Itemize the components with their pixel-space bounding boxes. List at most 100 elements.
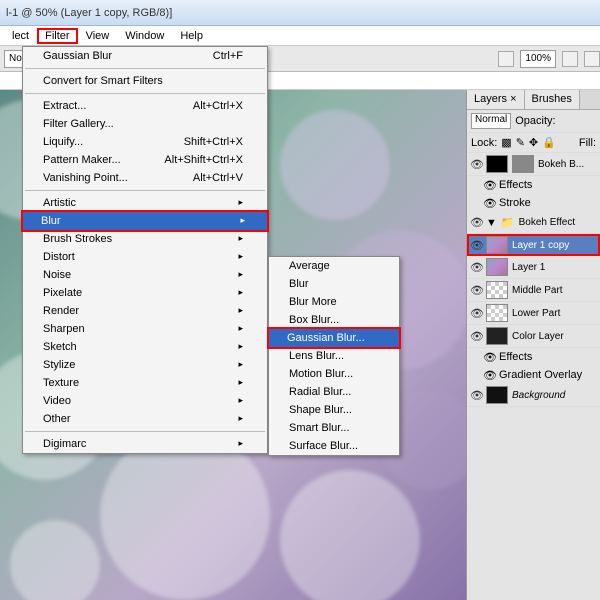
lock-transparency-icon[interactable]: ▩ [501,136,511,149]
layer-row[interactable]: 👁 Lower Part [467,302,600,325]
layer-effects[interactable]: 👁Effects [467,348,600,366]
opacity-label: Opacity: [515,115,555,127]
layer-blend-combo[interactable]: Normal [471,113,511,129]
visibility-icon[interactable]: 👁 [483,351,495,364]
menu-item-digimarc[interactable]: Digimarc [23,435,267,453]
layer-name[interactable]: Layer 1 copy [512,240,597,251]
layer-thumbnail[interactable] [486,304,508,322]
menu-item-render[interactable]: Render [23,302,267,320]
menu-item-liquify[interactable]: Liquify...Shift+Ctrl+X [23,133,267,151]
menu-item-sketch[interactable]: Sketch [23,338,267,356]
tool-icon[interactable] [498,51,514,67]
menu-item-pattern-maker[interactable]: Pattern Maker...Alt+Shift+Ctrl+X [23,151,267,169]
zoom-combo[interactable]: 100% [520,50,556,68]
menu-separator [25,190,265,191]
layer-thumbnail[interactable] [486,386,508,404]
visibility-icon[interactable]: 👁 [470,284,482,297]
layer-name[interactable]: Middle Part [512,285,597,296]
layer-name[interactable]: Lower Part [512,308,597,319]
menu-item-last-filter[interactable]: Gaussian Blur Ctrl+F [23,47,267,65]
visibility-icon[interactable]: 👁 [483,369,495,382]
layer-thumbnail[interactable] [486,236,508,254]
lock-all-icon[interactable]: 🔒 [542,136,556,149]
layer-name[interactable]: Bokeh Effect [519,217,597,228]
layer-thumbnail[interactable] [486,281,508,299]
layer-name[interactable]: Color Layer [512,331,597,342]
visibility-icon[interactable]: 👁 [470,307,482,320]
layer-thumbnail[interactable] [486,258,508,276]
layer-background[interactable]: 👁 Background [467,384,600,407]
visibility-icon[interactable]: 👁 [483,179,495,192]
blend-row: Normal Opacity: [467,110,600,133]
layer-row-selected[interactable]: 👁 Layer 1 copy [467,234,600,256]
menu-item-filter-gallery[interactable]: Filter Gallery... [23,115,267,133]
layer-effect-stroke[interactable]: 👁Stroke [467,194,600,212]
lock-paint-icon[interactable]: ✎ [516,136,525,149]
menu-item-convert-smart[interactable]: Convert for Smart Filters [23,72,267,90]
menu-select[interactable]: lect [4,28,37,44]
visibility-icon[interactable]: 👁 [470,158,482,171]
menu-item-motion-blur[interactable]: Motion Blur... [269,365,399,383]
menu-item-label: Gaussian Blur [43,50,112,62]
layer-row[interactable]: 👁 Color Layer [467,325,600,348]
menu-item-distort[interactable]: Distort [23,248,267,266]
menu-item-smart-blur[interactable]: Smart Blur... [269,419,399,437]
layer-thumbnail[interactable] [486,155,508,173]
lock-label: Lock: [471,137,497,149]
layer-name[interactable]: Background [512,390,597,401]
menu-item-texture[interactable]: Texture [23,374,267,392]
menu-item-blur[interactable]: Blur [21,210,269,232]
menu-item-surface-blur[interactable]: Surface Blur... [269,437,399,455]
menu-item-blur[interactable]: Blur [269,275,399,293]
menu-item-sharpen[interactable]: Sharpen [23,320,267,338]
menu-item-gaussian-blur[interactable]: Gaussian Blur... [267,327,401,349]
menu-view[interactable]: View [78,28,118,44]
tab-layers[interactable]: Layers × [467,90,525,109]
layer-row[interactable]: 👁 Bokeh B... [467,153,600,176]
menu-item-pixelate[interactable]: Pixelate [23,284,267,302]
menu-window[interactable]: Window [117,28,172,44]
visibility-icon[interactable]: 👁 [470,261,482,274]
layers-panel: Layers × Brushes Normal Opacity: Lock: ▩… [466,90,600,600]
menu-item-average[interactable]: Average [269,257,399,275]
menu-item-extract[interactable]: Extract...Alt+Ctrl+X [23,97,267,115]
layer-name[interactable]: Bokeh B... [538,159,597,170]
hand-icon[interactable] [562,51,578,67]
menu-item-lens-blur[interactable]: Lens Blur... [269,347,399,365]
menu-help[interactable]: Help [172,28,211,44]
filter-menu[interactable]: Gaussian Blur Ctrl+F Convert for Smart F… [22,46,268,454]
panel-tabs[interactable]: Layers × Brushes [467,90,600,110]
folder-icon: 📁 [501,216,515,229]
visibility-icon[interactable]: 👁 [470,330,482,343]
menu-item-other[interactable]: Other [23,410,267,428]
menu-item-video[interactable]: Video [23,392,267,410]
layer-folder[interactable]: 👁 ▼ 📁 Bokeh Effect [467,212,600,234]
menu-item-shortcut: Ctrl+F [213,50,243,62]
menu-item-vanishing-point[interactable]: Vanishing Point...Alt+Ctrl+V [23,169,267,187]
menu-item-radial-blur[interactable]: Radial Blur... [269,383,399,401]
visibility-icon[interactable]: 👁 [483,197,495,210]
visibility-icon[interactable]: 👁 [470,389,482,402]
folder-toggle-icon[interactable]: ▼ [486,217,497,229]
layer-effects[interactable]: 👁Effects [467,176,600,194]
menu-separator [25,93,265,94]
layer-row[interactable]: 👁 Layer 1 [467,256,600,279]
menu-item-blur-more[interactable]: Blur More [269,293,399,311]
menu-item-stylize[interactable]: Stylize [23,356,267,374]
layer-effect-gradient[interactable]: 👁Gradient Overlay [467,366,600,384]
tab-brushes[interactable]: Brushes [525,90,580,109]
layer-name[interactable]: Layer 1 [512,262,597,273]
menu-filter[interactable]: Filter [37,28,77,44]
arrange-icon[interactable] [584,51,600,67]
blur-submenu[interactable]: Average Blur Blur More Box Blur... Gauss… [268,256,400,456]
mask-thumbnail[interactable] [512,155,534,173]
menu-item-brush-strokes[interactable]: Brush Strokes [23,230,267,248]
menu-item-shape-blur[interactable]: Shape Blur... [269,401,399,419]
layer-thumbnail[interactable] [486,327,508,345]
menu-bar[interactable]: lect Filter View Window Help [0,26,600,46]
visibility-icon[interactable]: 👁 [470,239,482,252]
menu-item-noise[interactable]: Noise [23,266,267,284]
visibility-icon[interactable]: 👁 [470,216,482,229]
lock-move-icon[interactable]: ✥ [529,136,538,149]
layer-row[interactable]: 👁 Middle Part [467,279,600,302]
